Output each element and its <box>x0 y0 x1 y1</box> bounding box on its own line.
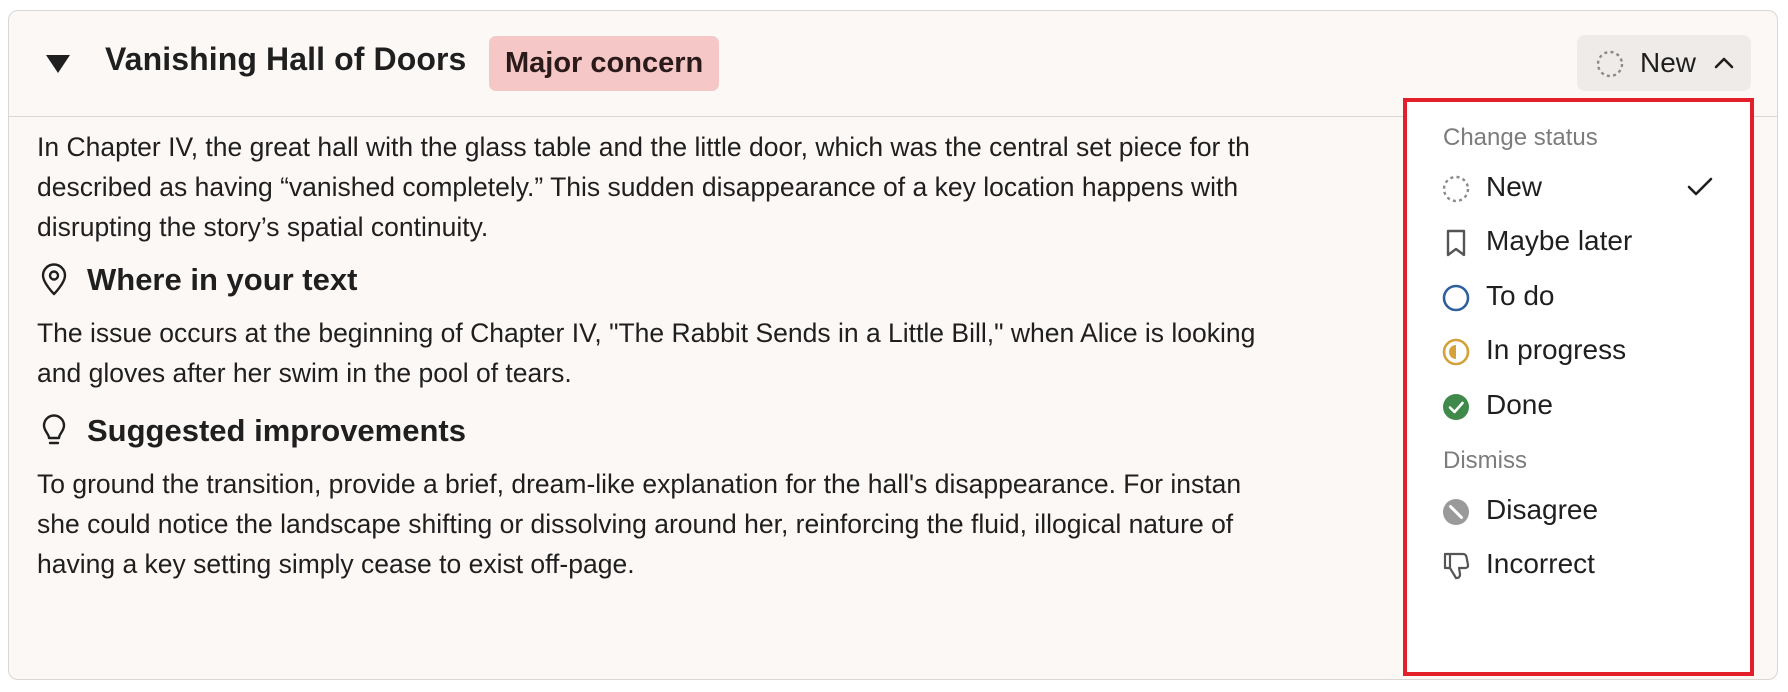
dotted-circle-icon <box>1442 175 1470 203</box>
menu-item-done[interactable]: Done <box>1407 378 1750 434</box>
suggestions-heading: Suggested improvements <box>87 413 466 448</box>
issue-description: In Chapter IV, the great hall with the g… <box>37 127 1250 247</box>
severity-badge: Major concern <box>489 36 720 91</box>
suggestion-line: To ground the transition, provide a brie… <box>37 469 1242 499</box>
half-circle-icon <box>1442 338 1470 366</box>
dismiss-label: Dismiss <box>1443 447 1527 474</box>
issue-title: Vanishing Hall of Doors <box>105 41 467 77</box>
menu-item-new[interactable]: New <box>1407 160 1750 216</box>
status-button-label: New <box>1640 47 1697 78</box>
suggestion-line: she could notice the landscape shifting … <box>37 509 1234 539</box>
location-pin-icon <box>41 263 67 296</box>
menu-item-label: New <box>1486 171 1543 202</box>
menu-item-in-progress[interactable]: In progress <box>1407 323 1750 379</box>
where-heading: Where in your text <box>87 262 358 297</box>
thumbs-down-icon <box>1443 552 1470 580</box>
menu-item-label: Incorrect <box>1486 548 1595 579</box>
slash-circle-icon <box>1443 499 1469 525</box>
status-menu: Change status New Maybe later To do In p… <box>1403 98 1754 676</box>
menu-item-label: To do <box>1486 280 1555 311</box>
description-line: described as having “vanished completely… <box>37 172 1239 202</box>
check-circle-icon <box>1443 394 1469 420</box>
lightbulb-icon <box>42 414 66 445</box>
status-dropdown-button[interactable]: New <box>1577 35 1751 91</box>
menu-item-incorrect[interactable]: Incorrect <box>1407 537 1750 593</box>
menu-item-label: Maybe later <box>1486 225 1633 256</box>
checkmark-icon <box>1687 177 1713 196</box>
dotted-circle-icon <box>1596 50 1624 78</box>
empty-circle-icon <box>1442 284 1470 312</box>
where-text: The issue occurs at the beginning of Cha… <box>37 313 1255 393</box>
menu-item-label: Disagree <box>1486 494 1599 525</box>
chevron-up-icon <box>1714 57 1734 69</box>
description-line: disrupting the story’s spatial continuit… <box>37 212 489 242</box>
collapse-triangle-icon[interactable] <box>43 51 73 77</box>
suggestion-line: having a key setting simply cease to exi… <box>37 549 635 579</box>
menu-item-to-do[interactable]: To do <box>1407 269 1750 325</box>
change-status-label: Change status <box>1443 124 1598 151</box>
suggestions-text: To ground the transition, provide a brie… <box>37 464 1241 584</box>
where-line: The issue occurs at the beginning of Cha… <box>37 318 1256 348</box>
where-line: and gloves after her swim in the pool of… <box>37 358 572 388</box>
description-line: In Chapter IV, the great hall with the g… <box>37 132 1250 162</box>
bookmark-icon <box>1446 229 1466 257</box>
menu-item-label: In progress <box>1486 334 1627 365</box>
menu-item-maybe-later[interactable]: Maybe later <box>1407 214 1750 270</box>
menu-item-label: Done <box>1486 389 1553 420</box>
menu-item-disagree[interactable]: Disagree <box>1407 483 1750 539</box>
